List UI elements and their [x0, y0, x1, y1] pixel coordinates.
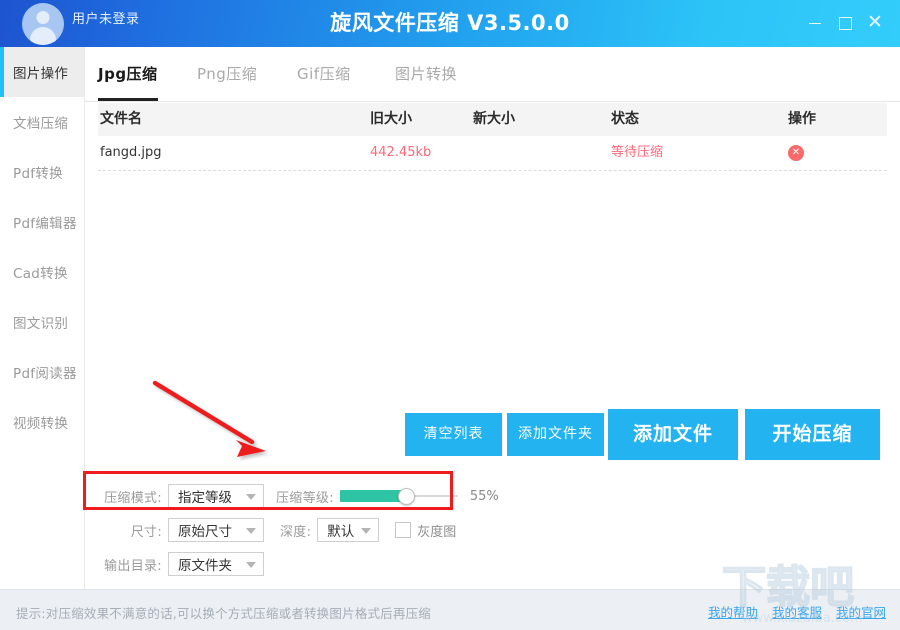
- link-my-website[interactable]: 我的官网: [836, 602, 886, 621]
- maximize-icon[interactable]: [830, 9, 860, 39]
- status-badge: 等待压缩: [611, 136, 663, 170]
- footer-bar: 提示:对压缩效果不满意的话,可以换个方式压缩或者转换图片格式后再压缩 我的帮助 …: [0, 589, 900, 630]
- chevron-down-icon: [246, 562, 256, 568]
- annotation-arrow: [140, 370, 310, 480]
- compression-settings-panel: 压缩模式: 指定等级 压缩等级: 55% 尺寸: 原始尺寸 深度: 默认: [85, 470, 900, 588]
- clear-list-button[interactable]: 清空列表: [405, 413, 502, 456]
- depth-select[interactable]: 默认: [317, 518, 379, 542]
- window-controls: ✕: [800, 0, 890, 47]
- cell-filename: fangd.jpg: [100, 136, 162, 170]
- close-icon[interactable]: ✕: [860, 8, 890, 40]
- footer-links: 我的帮助 我的客服 我的官网: [708, 602, 886, 621]
- tab-bar: Jpg压缩 Png压缩 Gif压缩 图片转换: [85, 47, 900, 102]
- grayscale-checkbox[interactable]: 灰度图: [395, 521, 456, 540]
- sidebar-item-label: 图片操作: [13, 62, 68, 82]
- chevron-down-icon: [361, 528, 371, 534]
- chevron-down-icon: [246, 494, 256, 500]
- compression-mode-value: 指定等级: [178, 486, 232, 506]
- compression-level-label: 压缩等级:: [276, 487, 334, 506]
- cell-old-size: 442.45kb: [370, 136, 431, 170]
- file-list-header: 文件名 旧大小 新大小 状态 操作: [98, 103, 887, 136]
- compression-mode-row: 压缩模式: 指定等级 压缩等级: 55%: [98, 484, 499, 508]
- sidebar-item-doc-compress[interactable]: 文档压缩: [0, 97, 84, 147]
- sidebar-item-label: Pdf阅读器: [13, 362, 77, 382]
- tab-jpg-compress[interactable]: Jpg压缩: [98, 47, 158, 101]
- tab-png-compress[interactable]: Png压缩: [197, 47, 257, 101]
- minimize-icon[interactable]: [800, 9, 830, 39]
- start-compress-button[interactable]: 开始压缩: [745, 409, 880, 460]
- size-label: 尺寸:: [98, 521, 162, 540]
- chevron-down-icon: [246, 528, 256, 534]
- title-bar: 用户未登录 旋风文件压缩 V3.5.0.0 ✕: [0, 0, 900, 47]
- compression-level-slider[interactable]: [340, 489, 458, 503]
- sidebar-item-ocr[interactable]: 图文识别: [0, 297, 84, 347]
- sidebar-item-cad-convert[interactable]: Cad转换: [0, 247, 84, 297]
- column-header-filename: 文件名: [100, 103, 142, 136]
- column-header-old-size: 旧大小: [370, 103, 412, 136]
- add-file-button[interactable]: 添加文件: [608, 409, 738, 460]
- sidebar-item-pdf-editor[interactable]: Pdf编辑器: [0, 197, 84, 247]
- compression-mode-select[interactable]: 指定等级: [168, 484, 264, 508]
- column-header-status: 状态: [611, 103, 639, 136]
- sidebar-item-video-convert[interactable]: 视频转换: [0, 397, 84, 447]
- sidebar-item-image-ops[interactable]: 图片操作: [0, 47, 84, 97]
- checkbox-box-icon: [395, 522, 411, 538]
- page-title: 旋风文件压缩 V3.5.0.0: [0, 0, 900, 47]
- sidebar-item-label: 图文识别: [13, 312, 68, 332]
- table-row[interactable]: fangd.jpg 442.45kb 等待压缩 ✕: [98, 136, 887, 171]
- depth-label: 深度:: [280, 521, 311, 540]
- slider-knob[interactable]: [398, 488, 415, 505]
- sidebar-item-label: Pdf转换: [13, 162, 63, 182]
- sidebar-item-label: Cad转换: [13, 262, 68, 282]
- output-dir-select[interactable]: 原文件夹: [168, 552, 264, 576]
- compression-level-value: 55%: [470, 489, 499, 504]
- link-my-help[interactable]: 我的帮助: [708, 602, 758, 621]
- add-folder-button[interactable]: 添加文件夹: [507, 413, 604, 456]
- column-header-new-size: 新大小: [473, 103, 515, 136]
- size-value: 原始尺寸: [178, 520, 232, 540]
- grayscale-label: 灰度图: [417, 521, 456, 540]
- sidebar-item-pdf-reader[interactable]: Pdf阅读器: [0, 347, 84, 397]
- column-header-action: 操作: [788, 103, 816, 136]
- footer-tip-text: 提示:对压缩效果不满意的话,可以换个方式压缩或者转换图片格式后再压缩: [16, 603, 431, 622]
- application-window: 用户未登录 旋风文件压缩 V3.5.0.0 ✕ 图片操作 文档压缩 Pdf转换 …: [0, 0, 900, 630]
- sidebar: 图片操作 文档压缩 Pdf转换 Pdf编辑器 Cad转换 图文识别 Pdf阅读器…: [0, 47, 85, 599]
- slider-fill: [340, 490, 405, 502]
- remove-file-icon[interactable]: ✕: [788, 145, 804, 161]
- tab-gif-compress[interactable]: Gif压缩: [297, 47, 351, 101]
- depth-value: 默认: [327, 520, 354, 540]
- sidebar-item-pdf-convert[interactable]: Pdf转换: [0, 147, 84, 197]
- output-dir-label: 输出目录:: [98, 555, 162, 574]
- sidebar-item-label: 视频转换: [13, 412, 68, 432]
- sidebar-item-label: 文档压缩: [13, 112, 68, 132]
- size-depth-row: 尺寸: 原始尺寸 深度: 默认 灰度图: [98, 518, 456, 542]
- link-my-support[interactable]: 我的客服: [772, 602, 822, 621]
- output-dir-value: 原文件夹: [178, 554, 232, 574]
- sidebar-item-label: Pdf编辑器: [13, 212, 77, 232]
- tab-image-convert[interactable]: 图片转换: [395, 47, 457, 101]
- output-dir-row: 输出目录: 原文件夹: [98, 552, 264, 576]
- size-select[interactable]: 原始尺寸: [168, 518, 264, 542]
- compression-mode-label: 压缩模式:: [98, 487, 162, 506]
